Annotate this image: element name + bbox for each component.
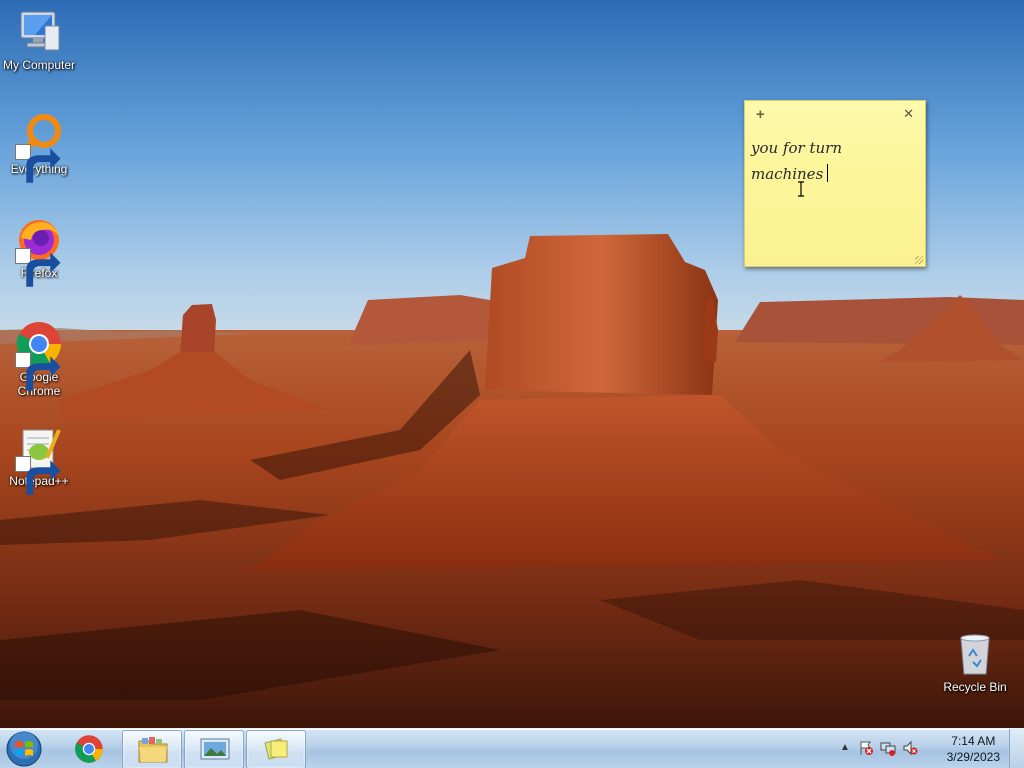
close-note-button[interactable]: ✕: [903, 106, 914, 122]
shortcut-arrow-icon: [15, 352, 61, 391]
notepadpp-icon: [15, 424, 63, 495]
desktop-icon-label: My Computer: [2, 58, 76, 72]
desktop-icon-firefox[interactable]: Firefox: [1, 216, 77, 287]
clock-time: 7:14 AM: [951, 734, 996, 748]
shortcut-arrow-icon: [15, 248, 61, 287]
sticky-notes-icon: [264, 738, 288, 760]
show-desktop-button[interactable]: [1009, 729, 1024, 768]
taskbar-explorer-button[interactable]: [122, 730, 182, 768]
shortcut-arrow-icon: [15, 456, 61, 495]
sticky-note-line-text: machines: [751, 165, 824, 183]
sticky-note-line: you for turn: [751, 139, 842, 157]
taskbar: ▲ 7:14 AM 3/29/2023: [0, 728, 1024, 768]
taskbar-chrome-button[interactable]: [60, 730, 118, 767]
new-note-button[interactable]: +: [756, 106, 765, 123]
chrome-icon: [15, 320, 63, 391]
desktop-icon-recycle-bin[interactable]: Recycle Bin: [937, 630, 1013, 694]
desktop[interactable]: My Computer Everything Firefox Google Ch…: [0, 0, 1024, 768]
network-icon[interactable]: [880, 740, 896, 756]
clock-date: 3/29/2023: [946, 750, 1000, 764]
desktop-icon-notepadpp[interactable]: Notepad++: [1, 424, 77, 495]
firefox-icon: [15, 216, 63, 287]
everything-search-icon: [15, 112, 63, 183]
sticky-note-text-area[interactable]: you for turn machines: [745, 127, 925, 187]
show-hidden-icons-button[interactable]: ▲: [840, 742, 850, 753]
sticky-note-titlebar[interactable]: + ✕: [745, 101, 925, 127]
windows-start-icon: [6, 731, 42, 767]
desktop-icon-my-computer[interactable]: My Computer: [1, 8, 77, 72]
taskbar-sticky-notes-button[interactable]: [246, 730, 306, 768]
action-center-flag-icon[interactable]: [858, 740, 874, 756]
ibeam-cursor-icon: [798, 181, 804, 197]
photo-viewer-icon: [200, 738, 230, 760]
volume-muted-icon[interactable]: [902, 740, 918, 756]
taskbar-photo-viewer-button[interactable]: [184, 730, 244, 768]
clock[interactable]: 7:14 AM 3/29/2023: [947, 733, 1000, 765]
chrome-icon: [75, 735, 103, 763]
explorer-folder-icon: [138, 737, 168, 763]
system-tray: ▲ 7:14 AM 3/29/2023: [834, 729, 1024, 768]
desktop-icon-label: Recycle Bin: [943, 680, 1007, 694]
desktop-icon-everything[interactable]: Everything: [1, 112, 77, 183]
start-button[interactable]: [4, 730, 50, 768]
desktop-icon-google-chrome[interactable]: Google Chrome: [1, 320, 77, 398]
recycle-bin-icon: [951, 630, 999, 678]
computer-icon: [15, 8, 63, 56]
text-caret: [827, 164, 829, 182]
sticky-note[interactable]: + ✕ you for turn machines: [744, 100, 926, 267]
sticky-note-line: machines: [751, 161, 919, 187]
shortcut-arrow-icon: [15, 144, 61, 183]
resize-grip[interactable]: [915, 256, 923, 264]
